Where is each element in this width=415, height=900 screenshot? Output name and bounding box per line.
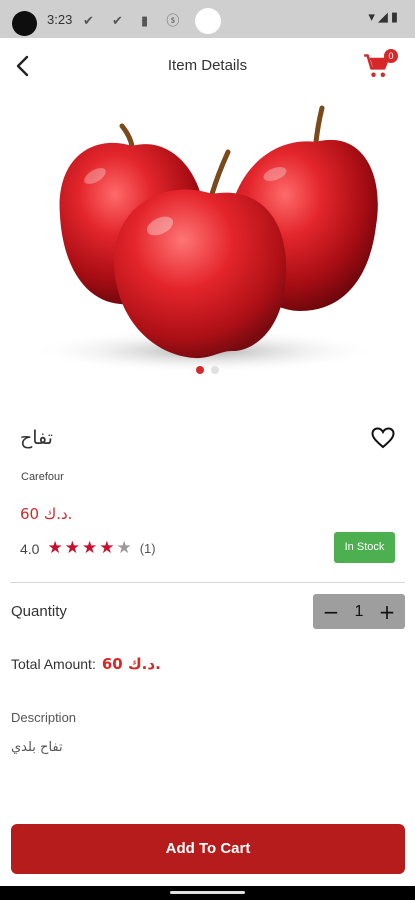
gallery-dot[interactable]: [211, 366, 219, 374]
system-nav-bar: [0, 886, 415, 900]
quantity-stepper: − 1 +: [313, 594, 405, 629]
quantity-value: 1: [354, 602, 364, 620]
camera-dot: [12, 11, 37, 36]
red-apples-image: [0, 96, 415, 376]
rating-row: 4.0 ★ ★ ★ ★ ★ (1): [20, 540, 156, 557]
description-text: تفاح بلدي: [11, 740, 63, 755]
gallery-dot-active[interactable]: [196, 366, 204, 374]
add-to-cart-button[interactable]: Add To Cart: [11, 824, 405, 874]
product-name: تفاح: [20, 427, 53, 449]
home-handle[interactable]: [170, 891, 245, 894]
product-price: 60 د.ك.: [20, 505, 73, 523]
cart-button[interactable]: 0: [363, 49, 398, 82]
review-count: (1): [139, 541, 156, 556]
status-time: 3:23: [47, 12, 73, 27]
description-label: Description: [11, 710, 77, 725]
total-amount-row: Total Amount: 60 د.ك.: [11, 655, 161, 673]
star-icon: ★: [99, 538, 115, 558]
star-icon: ★: [64, 538, 80, 558]
total-amount-label: Total Amount:: [11, 656, 96, 672]
decrement-button[interactable]: −: [321, 602, 341, 622]
status-bar: 3:23 ✔ ✔ ▮ ⓢ ▾◢▮: [0, 0, 415, 38]
total-amount-value: 60 د.ك.: [101, 655, 161, 673]
heart-outline-icon: [371, 427, 395, 449]
rating-value: 4.0: [20, 540, 40, 557]
star-icon: ★: [47, 538, 63, 558]
notification-icons: ✔ ✔ ▮ ⓢ: [83, 14, 187, 29]
quantity-label: Quantity: [11, 603, 67, 620]
brand-name: Carefour: [21, 471, 64, 483]
stock-status-badge: In Stock: [334, 532, 395, 563]
top-app-bar: Item Details 0: [0, 40, 415, 96]
gallery-pagination: [0, 366, 415, 374]
star-icon: ★: [116, 538, 132, 558]
page-title: Item Details: [167, 57, 248, 74]
increment-button[interactable]: +: [377, 602, 397, 622]
divider: [10, 582, 405, 583]
star-icon: ★: [81, 538, 98, 558]
signal-battery-icons: ▾◢▮: [368, 10, 401, 25]
cart-count-badge: 0: [384, 49, 398, 63]
star-rating: ★ ★ ★ ★ ★: [47, 540, 131, 557]
front-camera: [195, 8, 221, 34]
product-image-gallery[interactable]: [0, 96, 415, 376]
favorite-button[interactable]: [371, 427, 395, 449]
